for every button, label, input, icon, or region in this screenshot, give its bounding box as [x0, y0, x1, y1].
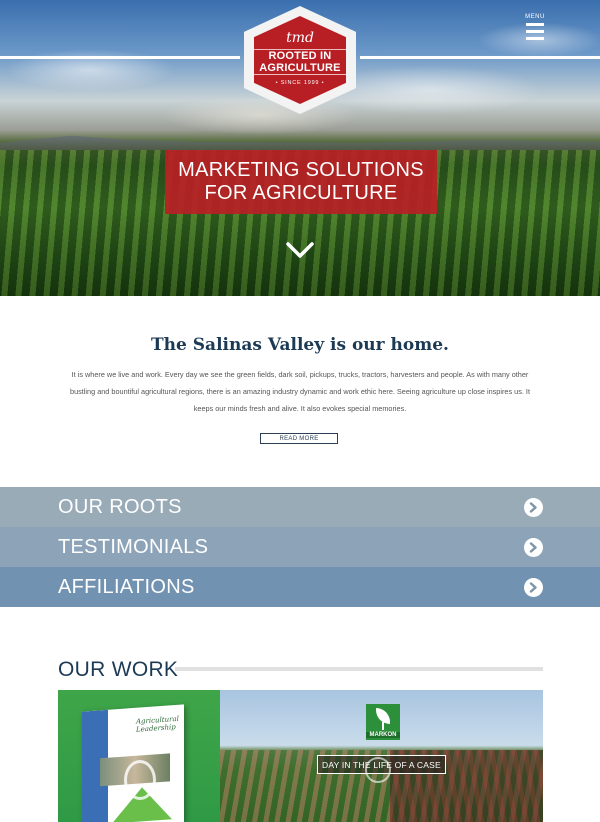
accordion-testimonials[interactable]: TESTIMONIALS — [0, 527, 600, 567]
brand-logo: tmd — [286, 29, 314, 46]
hero-banner-line1: MARKETING SOLUTIONS — [178, 159, 424, 181]
arrow-right-circle-icon[interactable] — [524, 497, 543, 517]
intro-body: It is where we live and work. Every day … — [70, 370, 530, 413]
logo-badge[interactable]: tmd ROOTED IN AGRICULTURE • SINCE 1999 • — [244, 6, 356, 114]
badge-since: • SINCE 1999 • — [275, 79, 325, 86]
our-work-divider — [175, 667, 543, 671]
markon-logo-label: MARKON — [366, 732, 400, 738]
hero-section: tmd ROOTED IN AGRICULTURE • SINCE 1999 •… — [0, 0, 600, 296]
watermark-icon — [124, 760, 156, 800]
hamburger-icon — [526, 23, 544, 40]
work-tile-leadership[interactable]: Agricultural Leadership — [58, 690, 220, 822]
read-more-button[interactable]: READ MORE — [260, 433, 338, 444]
work-tile-markon[interactable]: MARKON DAY IN THE LIFE OF A CASE — [220, 690, 543, 822]
arrow-right-circle-icon[interactable] — [524, 577, 543, 597]
header-rule-left — [0, 56, 240, 59]
hero-banner-line2: FOR AGRICULTURE — [204, 182, 398, 204]
brochure-title: Agricultural Leadership — [136, 714, 179, 734]
our-work-title: OUR WORK — [58, 658, 179, 681]
accordion-label: TESTIMONIALS — [58, 535, 209, 558]
accordion-affiliations[interactable]: AFFILIATIONS — [0, 567, 600, 607]
markon-logo: MARKON — [366, 704, 400, 740]
menu-label: MENU — [525, 14, 545, 20]
play-icon[interactable] — [365, 757, 391, 783]
arrow-right-circle-icon[interactable] — [524, 537, 543, 557]
header-rule-right — [360, 56, 600, 59]
hero-banner: MARKETING SOLUTIONS FOR AGRICULTURE — [165, 150, 437, 214]
accordion-label: OUR ROOTS — [58, 495, 182, 518]
accordion-our-roots[interactable]: OUR ROOTS — [0, 487, 600, 527]
chevron-down-icon[interactable] — [286, 240, 314, 260]
intro-title: The Salinas Valley is our home. — [151, 335, 449, 355]
menu-button[interactable]: MENU — [520, 14, 550, 44]
accordion-label: AFFILIATIONS — [58, 575, 195, 598]
badge-title: ROOTED IN AGRICULTURE — [254, 48, 346, 75]
